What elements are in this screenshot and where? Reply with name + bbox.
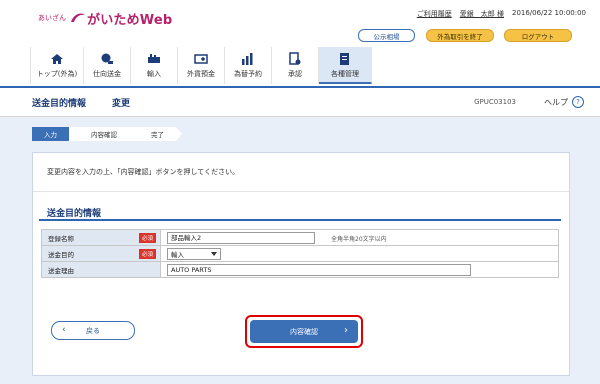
screen-id: GPUC03103 (474, 98, 516, 106)
table-row: 送金目的 必須 輸入 (41, 245, 559, 262)
back-label: 戻る (86, 326, 100, 335)
help-label: ヘルプ (544, 97, 568, 107)
required-badge: 必須 (138, 233, 156, 243)
nav-label: 輸入 (147, 70, 161, 78)
nav-label: 仕向送金 (93, 70, 121, 78)
nav-label: 外貨預金 (187, 70, 215, 78)
remittance-icon (101, 53, 113, 64)
nav-item-remittance[interactable]: 仕向送金 (84, 47, 131, 84)
end-forex-button[interactable]: 外為取引を終了 (426, 29, 494, 42)
user-info: ご利用履歴 愛銀 太郎 様 2016/06/22 10:00:00 (417, 9, 586, 19)
field-value-cell: AUTO PARTS (160, 261, 559, 278)
nav-label: トップ(外為) (36, 70, 78, 78)
step-complete: 完了 (129, 127, 182, 141)
required-badge: 必須 (138, 249, 156, 259)
rate-button[interactable]: 公示相場 (358, 29, 415, 42)
step-confirm: 内容確認 (69, 127, 135, 141)
help-icon: ? (572, 96, 584, 108)
step-indicator: 入力 内容確認 完了 (32, 127, 176, 141)
header: あいざん がいためWeb ご利用履歴 愛銀 太郎 様 2016/06/22 10… (0, 0, 600, 86)
title-bar: 送金目的情報 変更 GPUC03103 ヘルプ ? (0, 88, 600, 117)
help-link[interactable]: ヘルプ ? (544, 96, 584, 108)
panel-divider (33, 191, 569, 192)
nav-label: 各種管理 (331, 70, 359, 78)
import-icon (148, 54, 160, 63)
purpose-select-value: 輸入 (171, 250, 184, 259)
page-subtitle: 変更 (112, 99, 131, 109)
logout-button[interactable]: ログアウト (504, 29, 572, 42)
chevron-down-icon (211, 251, 217, 256)
brand-logo[interactable]: あいざん がいためWeb (38, 10, 173, 28)
brand-swoosh-icon (71, 13, 85, 22)
registration-name-input[interactable]: 部品輸入2 (167, 231, 315, 244)
purpose-select[interactable]: 輸入 (167, 247, 221, 260)
deposit-icon (194, 54, 208, 64)
field-label-cell: 登録名称 必須 (41, 229, 161, 246)
field-value-cell: 部品輸入2 全角半角20文字以内 (160, 229, 559, 246)
main-content: 入力 内容確認 完了 変更内容を入力の上、「内容確認」ボタンを押してください。 … (0, 117, 600, 384)
nav-item-exchange[interactable]: 為替予約 (225, 47, 272, 84)
nav-item-deposit[interactable]: 外貨預金 (178, 47, 225, 84)
field-label: 送金理由 (48, 266, 74, 275)
confirm-label: 内容確認 (290, 327, 318, 336)
approval-icon (289, 52, 301, 65)
page-title: 送金目的情報 (32, 99, 87, 109)
login-datetime: 2016/06/22 10:00:00 (511, 9, 586, 17)
home-icon (51, 54, 63, 64)
confirm-highlight: 内容確認 › (245, 315, 363, 348)
confirm-button[interactable]: 内容確認 › (250, 320, 358, 343)
field-label: 送金目的 (48, 250, 74, 259)
remittance-reason-input[interactable]: AUTO PARTS (167, 263, 471, 276)
back-button[interactable]: ‹ 戻る (51, 321, 135, 340)
form-table: 登録名称 必須 部品輸入2 全角半角20文字以内 送金目的 必須 輸入 送金理由… (41, 229, 559, 278)
instruction-text: 変更内容を入力の上、「内容確認」ボタンを押してください。 (47, 168, 240, 176)
field-label-cell: 送金目的 必須 (41, 245, 161, 262)
nav-item-top[interactable]: トップ(外為) (30, 47, 84, 84)
nav-item-approval[interactable]: 承認 (272, 47, 319, 84)
brand-small: あいざん (38, 14, 66, 22)
table-row: 送金理由 AUTO PARTS (41, 261, 559, 278)
step-input: 入力 (32, 127, 75, 141)
brand-name: がいためWeb (87, 12, 173, 28)
section-divider (39, 219, 561, 221)
nav-item-management[interactable]: 各種管理 (319, 47, 372, 84)
chevron-left-icon: ‹ (62, 325, 66, 335)
nav-label: 承認 (288, 70, 302, 78)
user-name[interactable]: 愛銀 太郎 様 (460, 9, 504, 19)
history-link[interactable]: ご利用履歴 (417, 9, 452, 19)
table-row: 登録名称 必須 部品輸入2 全角半角20文字以内 (41, 229, 559, 246)
nav-item-import[interactable]: 輸入 (131, 47, 178, 84)
nav-label: 為替予約 (234, 70, 262, 78)
management-icon (340, 53, 349, 65)
exchange-icon (242, 53, 253, 65)
input-hint: 全角半角20文字以内 (331, 236, 387, 243)
field-label-cell: 送金理由 (41, 261, 161, 278)
field-value-cell: 輸入 (160, 245, 559, 262)
field-label: 登録名称 (48, 234, 74, 243)
section-title: 送金目的情報 (47, 209, 102, 219)
form-panel: 変更内容を入力の上、「内容確認」ボタンを押してください。 送金目的情報 登録名称… (32, 152, 570, 376)
global-nav: トップ(外為) 仕向送金 輸入 外貨預金 為替予約 承認 各種管理 (30, 47, 372, 84)
chevron-right-icon: › (344, 325, 348, 336)
